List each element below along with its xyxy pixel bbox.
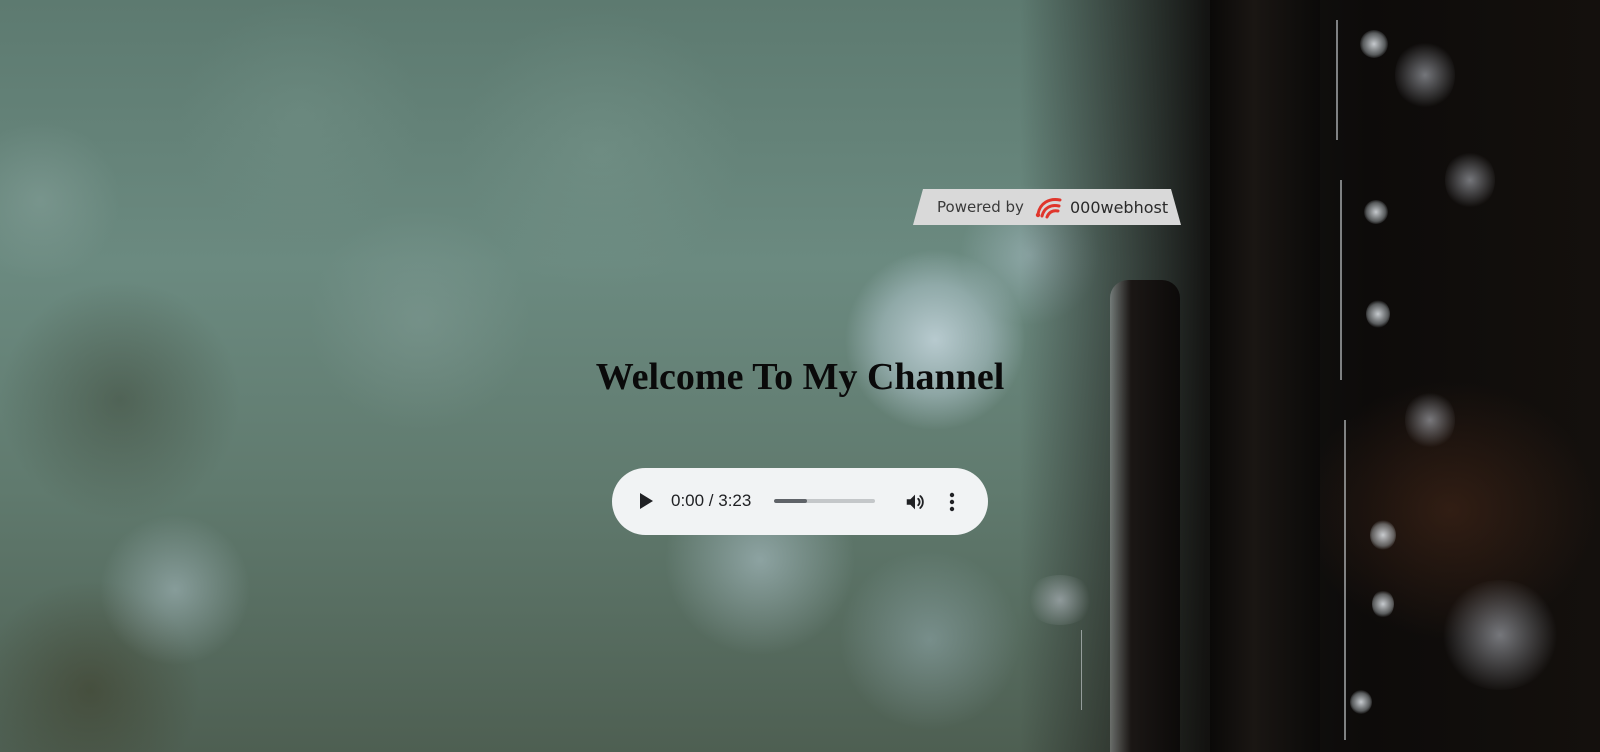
badge-prefix: Powered by: [937, 198, 1024, 216]
more-vert-icon: [949, 492, 955, 512]
progress-buffered: [774, 499, 808, 503]
bokeh-light: [1440, 580, 1560, 690]
rain-streak: [1344, 420, 1346, 740]
powered-by-badge[interactable]: Powered by 000webhost: [913, 189, 1181, 225]
bokeh-light: [1395, 40, 1455, 110]
bokeh-light: [1025, 575, 1095, 625]
time-display: 0:00 / 3:23: [671, 491, 752, 510]
rain-streak: [1336, 20, 1338, 140]
audio-player: 0:00 / 3:23: [612, 468, 988, 535]
page: Powered by 000webhost Welcome To My Chan…: [0, 0, 1600, 752]
rain-drop: [1370, 520, 1396, 550]
rain-drop: [1372, 590, 1394, 618]
rain-drop: [1364, 200, 1388, 224]
rain-streak: [1081, 630, 1082, 710]
bokeh-light: [1445, 150, 1495, 210]
volume-icon: [906, 494, 924, 510]
more-options-button[interactable]: [942, 489, 962, 515]
rain-streak: [1340, 180, 1342, 380]
page-title: Welcome To My Channel: [595, 356, 1005, 398]
000webhost-logo-icon: [1034, 194, 1064, 220]
play-button[interactable]: [634, 489, 658, 513]
rain-drop: [1360, 30, 1388, 58]
rain-drop: [1366, 300, 1390, 328]
badge-brand: 000webhost: [1069, 197, 1169, 217]
play-icon: [640, 493, 653, 509]
rain-drop: [1350, 690, 1372, 714]
volume-button[interactable]: [902, 489, 928, 515]
progress-slider[interactable]: [774, 499, 875, 503]
background-post-front: [1110, 280, 1180, 752]
